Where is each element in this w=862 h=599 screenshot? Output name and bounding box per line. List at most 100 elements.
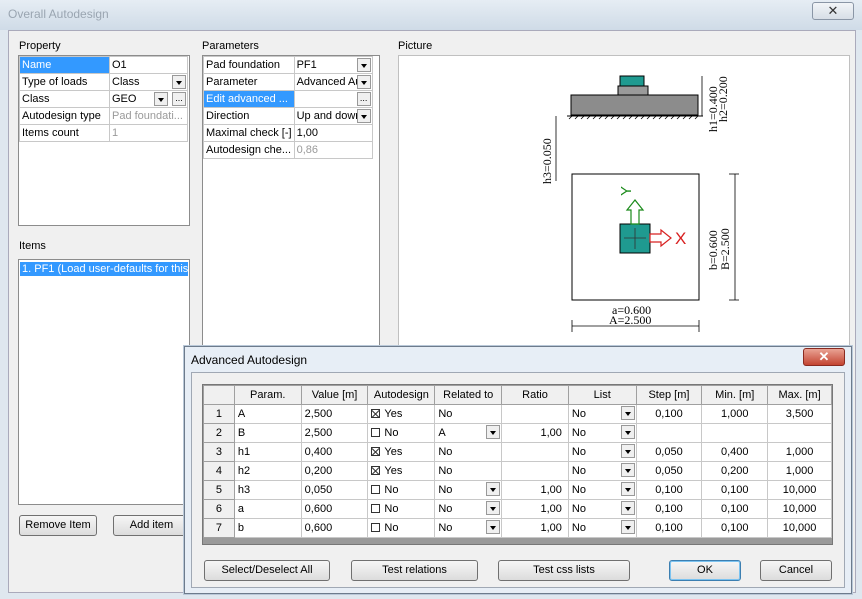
column-header[interactable]: Ratio	[501, 385, 569, 405]
checkbox-icon[interactable]	[371, 466, 381, 475]
step-cell[interactable]: 0,050	[635, 461, 703, 481]
test-css-lists-button[interactable]: Test css lists	[498, 560, 630, 581]
checkbox-icon[interactable]	[371, 523, 381, 532]
chevron-down-icon[interactable]	[486, 501, 501, 515]
column-header[interactable]: Min. [m]	[701, 385, 769, 405]
test-relations-button[interactable]: Test relations	[351, 560, 478, 581]
property-row-autodesign-type[interactable]: Autodesign type Pad foundati...	[19, 107, 188, 125]
list-cell[interactable]: No	[567, 499, 637, 519]
chevron-down-icon[interactable]	[486, 425, 501, 439]
property-value[interactable]: GEO...	[109, 90, 188, 108]
param-value[interactable]: ...	[293, 90, 373, 108]
table-row[interactable]: 6 a 0,600 No No 1,00 No 0,100 0,100 10,000	[203, 499, 832, 519]
param-value[interactable]: PF1	[293, 56, 373, 74]
step-cell[interactable]	[635, 423, 703, 443]
param-row-parameter[interactable]: Parameter Advanced Au	[203, 73, 373, 91]
related-to-cell[interactable]: No	[434, 499, 503, 519]
cancel-button[interactable]: Cancel	[760, 560, 832, 581]
column-header[interactable]: Max. [m]	[767, 385, 832, 405]
step-cell[interactable]: 0,100	[635, 518, 703, 538]
chevron-down-icon[interactable]	[154, 92, 168, 106]
min-cell[interactable]: 1,000	[701, 404, 769, 424]
value-cell[interactable]: 2,500	[300, 404, 369, 424]
property-value[interactable]: O1	[109, 56, 188, 74]
list-cell[interactable]: No	[567, 404, 637, 424]
min-cell[interactable]: 0,100	[701, 518, 769, 538]
min-cell[interactable]	[701, 423, 769, 443]
chevron-down-icon[interactable]	[620, 520, 635, 534]
min-cell[interactable]: 0,200	[701, 461, 769, 481]
related-to-cell[interactable]: No	[434, 404, 503, 424]
autodesign-cell[interactable]: Yes	[367, 461, 436, 481]
table-row[interactable]: 7 b 0,600 No No 1,00 No 0,100 0,100 10,000	[203, 518, 832, 538]
value-cell[interactable]: 0,200	[300, 461, 369, 481]
list-item[interactable]: 1. PF1 (Load user-defaults for this ta	[20, 262, 189, 276]
max-cell[interactable]: 3,500	[767, 404, 832, 424]
ratio-cell[interactable]	[501, 404, 569, 424]
ratio-cell[interactable]: 1,00	[501, 423, 569, 443]
list-cell[interactable]: No	[567, 461, 637, 481]
min-cell[interactable]: 0,100	[701, 480, 769, 500]
table-row[interactable]: 3 h1 0,400 Yes No No 0,050 0,400 1,000	[203, 442, 832, 462]
items-list[interactable]: 1. PF1 (Load user-defaults for this ta	[18, 259, 190, 505]
value-cell[interactable]: 0,050	[300, 480, 369, 500]
max-cell[interactable]: 1,000	[767, 461, 832, 481]
param-value[interactable]: Up and dowr	[293, 107, 373, 125]
table-row[interactable]: 4 h2 0,200 Yes No No 0,050 0,200 1,000	[203, 461, 832, 481]
max-cell[interactable]	[767, 423, 832, 443]
param-row-pad-foundation[interactable]: Pad foundation PF1	[203, 56, 373, 74]
chevron-down-icon[interactable]	[620, 463, 635, 477]
related-to-cell[interactable]: No	[434, 480, 503, 500]
chevron-down-icon[interactable]	[486, 520, 501, 534]
property-row-items-count[interactable]: Items count 1	[19, 124, 188, 142]
ellipsis-button[interactable]: ...	[172, 92, 186, 106]
param-row-edit-advanced[interactable]: Edit advanced ... ...	[203, 90, 373, 108]
column-header[interactable]: Value [m]	[300, 385, 369, 405]
param-row-autodesign-check[interactable]: Autodesign che... 0,86	[203, 141, 373, 159]
related-to-cell[interactable]: No	[434, 518, 503, 538]
autodesign-cell[interactable]: No	[367, 423, 436, 443]
ratio-cell[interactable]: 1,00	[501, 499, 569, 519]
chevron-down-icon[interactable]	[620, 425, 635, 439]
autodesign-cell[interactable]: No	[367, 480, 436, 500]
ratio-cell[interactable]: 1,00	[501, 518, 569, 538]
table-row[interactable]: 2 B 2,500 No A 1,00 No	[203, 423, 832, 443]
add-item-button[interactable]: Add item	[113, 515, 190, 536]
checkbox-icon[interactable]	[371, 428, 381, 437]
column-header[interactable]: List	[567, 385, 637, 405]
list-cell[interactable]: No	[567, 442, 637, 462]
chevron-down-icon[interactable]	[620, 501, 635, 515]
list-cell[interactable]: No	[567, 480, 637, 500]
column-header[interactable]: Related to	[434, 385, 503, 405]
autodesign-cell[interactable]: No	[367, 499, 436, 519]
param-value[interactable]: Advanced Au	[293, 73, 373, 91]
dialog-close-button[interactable]: ✕	[803, 348, 845, 366]
step-cell[interactable]: 0,100	[635, 404, 703, 424]
ratio-cell[interactable]	[501, 461, 569, 481]
column-header[interactable]: Param.	[233, 385, 302, 405]
column-header[interactable]: Autodesign	[367, 385, 436, 405]
min-cell[interactable]: 0,100	[701, 499, 769, 519]
param-row-maximal-check[interactable]: Maximal check [-] 1,00	[203, 124, 373, 142]
step-cell[interactable]: 0,050	[635, 442, 703, 462]
chevron-down-icon[interactable]	[620, 406, 635, 420]
value-cell[interactable]: 0,400	[300, 442, 369, 462]
chevron-down-icon[interactable]	[620, 482, 635, 496]
column-header[interactable]: Step [m]	[635, 385, 703, 405]
chevron-down-icon[interactable]	[486, 482, 501, 496]
related-to-cell[interactable]: A	[434, 423, 503, 443]
param-row-direction[interactable]: Direction Up and dowr	[203, 107, 373, 125]
value-cell[interactable]: 0,600	[300, 499, 369, 519]
checkbox-icon[interactable]	[371, 504, 381, 513]
remove-item-button[interactable]: Remove Item	[19, 515, 97, 536]
list-cell[interactable]: No	[567, 518, 637, 538]
chevron-down-icon[interactable]	[356, 109, 371, 123]
list-cell[interactable]: No	[567, 423, 637, 443]
select-deselect-all-button[interactable]: Select/Deselect All	[204, 560, 330, 581]
edit-advanced-ellipsis-button[interactable]: ...	[356, 92, 371, 106]
autodesign-cell[interactable]: Yes	[367, 404, 436, 424]
related-to-cell[interactable]: No	[434, 442, 503, 462]
ratio-cell[interactable]: 1,00	[501, 480, 569, 500]
value-cell[interactable]: 2,500	[300, 423, 369, 443]
ok-button[interactable]: OK	[669, 560, 741, 581]
